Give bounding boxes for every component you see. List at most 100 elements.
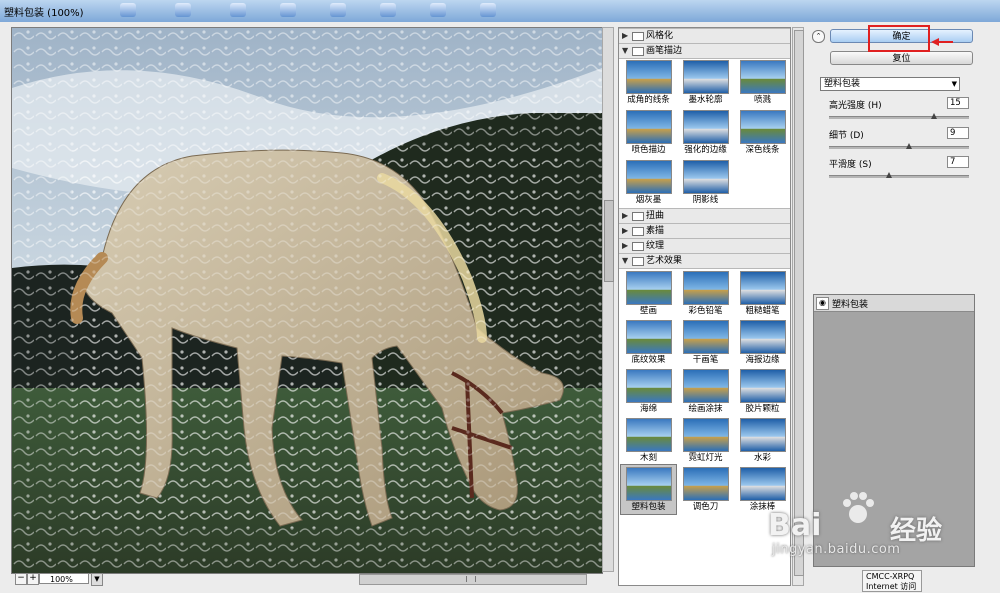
param-smoothness-input[interactable]: 7 [947, 156, 969, 168]
category-texture[interactable]: ▶ 纹理 [619, 238, 790, 254]
param-detail-slider[interactable] [829, 143, 969, 149]
taskbar-icon[interactable] [430, 3, 446, 17]
title-bar: 塑料包装 (100%) [0, 0, 1000, 23]
category-label: 纹理 [646, 241, 665, 251]
tooltip-line: CMCC-XRPQ [866, 572, 915, 581]
expand-arrow-icon: ▶ [622, 31, 629, 40]
filter-label: 胶片颗粒 [745, 404, 780, 414]
filter-select[interactable]: 塑料包装 ▼ [820, 77, 960, 91]
filter-label: 木刻 [639, 453, 657, 463]
filter-thumb[interactable]: 深色线条 [735, 108, 790, 157]
preview-vertical-scrollbar[interactable] [602, 27, 614, 572]
filter-label: 壁画 [639, 306, 657, 316]
filter-preview-image [626, 369, 672, 403]
filter-preview-image [740, 110, 786, 144]
taskbar-icon[interactable] [120, 3, 136, 17]
folder-icon [632, 212, 644, 221]
filter-preview-image [626, 60, 672, 94]
eye-icon[interactable]: ◉ [816, 297, 829, 310]
slider-knob[interactable] [906, 143, 912, 149]
collapse-gallery-icon[interactable]: ⌃ [812, 30, 825, 43]
filter-thumb-selected[interactable]: 塑料包装 [620, 464, 677, 515]
filter-preview-image [740, 369, 786, 403]
paw-logo-icon [843, 492, 874, 523]
filter-label: 塑料包装 [631, 502, 666, 512]
pointer-arrow-icon [931, 38, 953, 46]
param-detail-label: 细节 (D) [829, 131, 864, 141]
taskbar-icon[interactable] [280, 3, 296, 17]
preview-image[interactable] [11, 27, 603, 574]
filter-thumb[interactable]: 阴影线 [678, 158, 733, 207]
preview-horizontal-scrollbar[interactable] [359, 574, 587, 585]
taskbar-icon[interactable] [330, 3, 346, 17]
expand-arrow-icon: ▶ [622, 211, 629, 220]
collapse-arrow-icon: ▼ [622, 256, 629, 265]
slider-knob[interactable] [886, 172, 892, 178]
highlight-box [868, 25, 930, 52]
filter-label: 彩色铅笔 [688, 306, 723, 316]
category-artistic[interactable]: ▼ 艺术效果 [619, 253, 790, 269]
category-sketch[interactable]: ▶ 素描 [619, 223, 790, 239]
network-tooltip: CMCC-XRPQ Internet 访问 [862, 570, 922, 592]
filter-thumb[interactable]: 强化的边缘 [678, 108, 733, 157]
filter-thumb[interactable]: 胶片颗粒 [735, 367, 790, 416]
scroll-grip[interactable] [466, 576, 476, 582]
filter-thumb[interactable]: 烟灰墨 [621, 158, 676, 207]
filter-thumb[interactable]: 木刻 [621, 416, 676, 465]
filter-preview-image [626, 160, 672, 194]
filter-thumb[interactable]: 底纹效果 [621, 318, 676, 367]
filter-label: 阴影线 [692, 195, 719, 205]
taskbar-icon[interactable] [480, 3, 496, 17]
baidu-watermark: Bai 经验 jingyan.baidu.com [720, 480, 960, 570]
filter-label: 喷色描边 [631, 145, 666, 155]
chevron-down-icon: ▼ [951, 80, 957, 88]
filter-thumb[interactable]: 壁画 [621, 269, 676, 318]
zoom-in-button[interactable]: + [27, 573, 39, 585]
filter-thumb[interactable]: 海报边缘 [735, 318, 790, 367]
filter-thumb[interactable]: 彩色铅笔 [678, 269, 733, 318]
filter-thumb[interactable]: 霓虹灯光 [678, 416, 733, 465]
category-label: 素描 [646, 226, 665, 236]
zoom-out-button[interactable]: − [15, 573, 27, 585]
filter-preview-image [740, 418, 786, 452]
category-distort[interactable]: ▶ 扭曲 [619, 208, 790, 224]
param-highlight-input[interactable]: 15 [947, 97, 969, 109]
filter-preview-image [683, 110, 729, 144]
filter-thumb[interactable]: 墨水轮廓 [678, 58, 733, 107]
category-brush-strokes[interactable]: ▼ 画笔描边 [619, 43, 790, 59]
folder-icon [632, 227, 644, 236]
window-title: 塑料包装 (100%) [4, 8, 84, 19]
filter-thumb[interactable]: 粗糙蜡笔 [735, 269, 790, 318]
reset-button[interactable]: 复位 [830, 51, 973, 65]
folder-icon [632, 32, 644, 41]
horse-preview-graphic [12, 28, 602, 573]
category-label: 艺术效果 [646, 256, 683, 266]
filter-label: 干画笔 [692, 355, 719, 365]
param-highlight-label: 高光强度 (H) [829, 101, 882, 111]
taskbar-icon[interactable] [175, 3, 191, 17]
param-highlight-slider[interactable] [829, 113, 969, 119]
taskbar-icon[interactable] [380, 3, 396, 17]
zoom-level-field[interactable]: 100% [39, 573, 89, 584]
category-label: 扭曲 [646, 211, 665, 221]
filter-preview-image [683, 271, 729, 305]
preview-zoom-bar: − + 100% ▼ [11, 573, 601, 586]
filter-thumb[interactable]: 喷溅 [735, 58, 790, 107]
filter-thumb[interactable]: 成角的线条 [621, 58, 676, 107]
filter-thumb[interactable]: 喷色描边 [621, 108, 676, 157]
effect-layer-row[interactable]: ◉ 塑料包装 [814, 295, 974, 312]
filter-thumb[interactable]: 水彩 [735, 416, 790, 465]
scroll-thumb[interactable] [604, 200, 614, 282]
filter-preview-image [683, 60, 729, 94]
zoom-dropdown-button[interactable]: ▼ [91, 573, 103, 586]
filter-preview-image [683, 160, 729, 194]
filter-thumb[interactable]: 海绵 [621, 367, 676, 416]
taskbar-icon[interactable] [230, 3, 246, 17]
filter-thumb[interactable]: 干画笔 [678, 318, 733, 367]
slider-knob[interactable] [931, 113, 937, 119]
filter-label: 水彩 [753, 453, 771, 463]
param-detail-input[interactable]: 9 [947, 127, 969, 139]
category-stylize[interactable]: ▶ 风格化 [619, 28, 790, 44]
param-smoothness-slider[interactable] [829, 172, 969, 178]
filter-thumb[interactable]: 绘画涂抹 [678, 367, 733, 416]
